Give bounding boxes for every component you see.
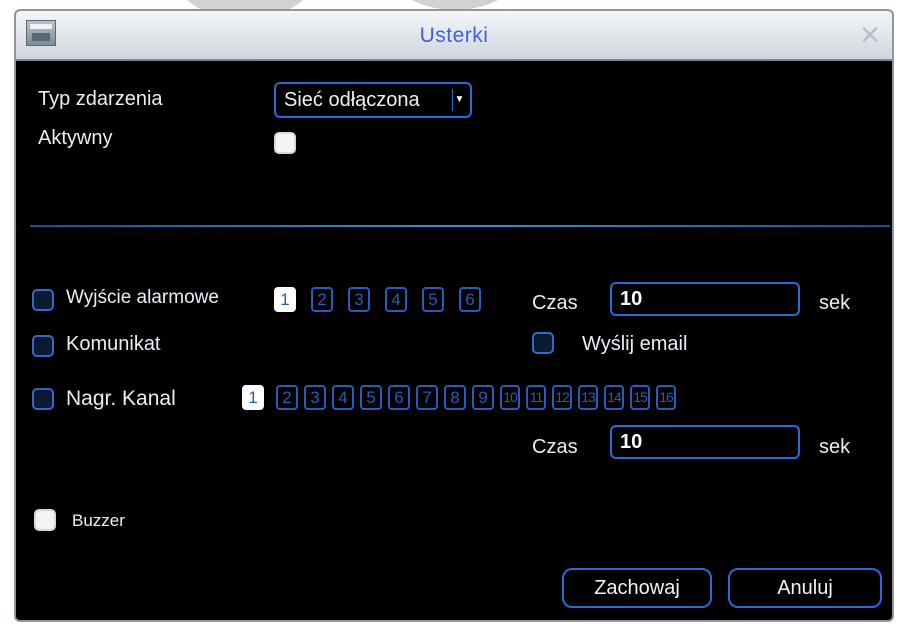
record-time-input[interactable]: 10	[610, 425, 800, 459]
alarm-time-input[interactable]: 10	[610, 282, 800, 316]
alarm-output-channel[interactable]: 6	[459, 287, 481, 312]
record-channel[interactable]: 3	[304, 385, 326, 410]
active-label: Aktywny	[38, 127, 113, 149]
event-type-value: Sieć odłączona	[284, 89, 420, 111]
record-channel[interactable]: 8	[444, 385, 466, 410]
chevron-down-icon[interactable]: ▼	[452, 89, 466, 111]
record-channel[interactable]: 11	[526, 385, 546, 410]
alarm-output-checkbox[interactable]	[32, 289, 54, 311]
record-channel[interactable]: 12	[552, 385, 572, 410]
record-channel[interactable]: 4	[332, 385, 354, 410]
record-channel[interactable]: 15	[630, 385, 650, 410]
record-channel[interactable]: 16	[656, 385, 676, 410]
record-channel[interactable]: 6	[388, 385, 410, 410]
send-email-checkbox[interactable]	[532, 332, 554, 354]
save-button[interactable]: Zachowaj	[562, 568, 712, 608]
record-channel-checkbox[interactable]	[32, 388, 54, 410]
window-title: Usterki	[419, 24, 489, 47]
separator	[30, 225, 890, 227]
alarm-time-unit: sek	[819, 292, 851, 314]
close-icon[interactable]: ✕	[858, 22, 882, 48]
record-time-label: Czas	[532, 436, 578, 458]
event-type-dropdown[interactable]: Sieć odłączona ▼	[274, 82, 472, 118]
dialog-window: Usterki ✕ Typ zdarzenia Sieć odłączona ▼…	[14, 9, 894, 622]
send-email-label: Wyślij email	[582, 333, 688, 355]
alarm-output-channel[interactable]: 4	[385, 287, 407, 312]
alarm-output-channel[interactable]: 1	[274, 287, 296, 312]
record-channel[interactable]: 10	[500, 385, 520, 410]
alarm-output-label: Wyjście alarmowe	[66, 287, 219, 308]
record-channel-label: Nagr. Kanal	[66, 387, 176, 410]
alarm-output-channel[interactable]: 3	[348, 287, 370, 312]
buzzer-checkbox[interactable]	[34, 509, 56, 531]
cancel-button[interactable]: Anuluj	[728, 568, 882, 608]
title-bar: Usterki ✕	[16, 11, 892, 61]
buzzer-label: Buzzer	[72, 511, 125, 530]
alarm-time-label: Czas	[532, 292, 578, 314]
active-checkbox[interactable]	[274, 132, 296, 154]
alarm-output-channel[interactable]: 5	[422, 287, 444, 312]
record-channel[interactable]: 5	[360, 385, 382, 410]
record-channel[interactable]: 9	[472, 385, 494, 410]
message-checkbox[interactable]	[32, 335, 54, 357]
record-channel[interactable]: 7	[416, 385, 438, 410]
event-type-label: Typ zdarzenia	[38, 88, 163, 110]
message-label: Komunikat	[66, 333, 161, 355]
record-channel[interactable]: 13	[578, 385, 598, 410]
alarm-output-channel[interactable]: 2	[311, 287, 333, 312]
record-channel[interactable]: 2	[276, 385, 298, 410]
record-time-unit: sek	[819, 436, 851, 458]
record-channel[interactable]: 1	[242, 385, 264, 410]
record-channel[interactable]: 14	[604, 385, 624, 410]
